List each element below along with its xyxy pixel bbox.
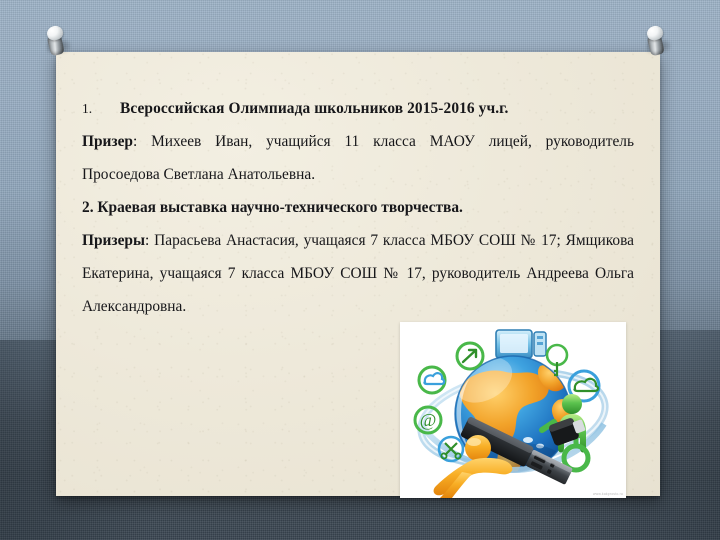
paragraph-prizer-1: Призер: Михеев Иван, учащийся 11 класса …: [82, 125, 634, 191]
slide-canvas: 1. Всероссийская Олимпиада школьников 20…: [0, 0, 720, 540]
paragraph-1-body: : Михеев Иван, учащийся 11 класса МАОУ л…: [82, 133, 634, 183]
illustration-svg: @: [400, 322, 626, 498]
numbered-heading: 1. Всероссийская Олимпиада школьников 20…: [82, 92, 634, 125]
image-watermark: www.kakprosto.ru: [593, 492, 623, 496]
paragraph-2-lead: 2. Краевая выставка научно-технического …: [82, 199, 463, 216]
pin-head: [45, 24, 65, 42]
paragraph-3-lead: Призеры: [82, 232, 145, 249]
paragraph-1-lead: Призер: [82, 133, 133, 150]
heading-title: Всероссийская Олимпиада школьников 2015-…: [120, 100, 509, 117]
paper-sheet: 1. Всероссийская Олимпиада школьников 20…: [56, 52, 660, 498]
text-content-block: 1. Всероссийская Олимпиада школьников 20…: [82, 92, 634, 323]
list-marker: 1.: [82, 101, 93, 116]
svg-text:@: @: [420, 410, 437, 430]
illustration-image: @ www.kakprosto.ru: [400, 322, 626, 498]
paragraph-exhibition-heading: 2. Краевая выставка научно-технического …: [82, 191, 634, 224]
pin-head: [645, 24, 665, 42]
paragraph-prizers-2: Призеры: Парасьева Анастасия, учащаяся 7…: [82, 224, 634, 323]
paragraph-3-body: : Парасьева Анастасия, учащаяся 7 класса…: [82, 232, 634, 315]
